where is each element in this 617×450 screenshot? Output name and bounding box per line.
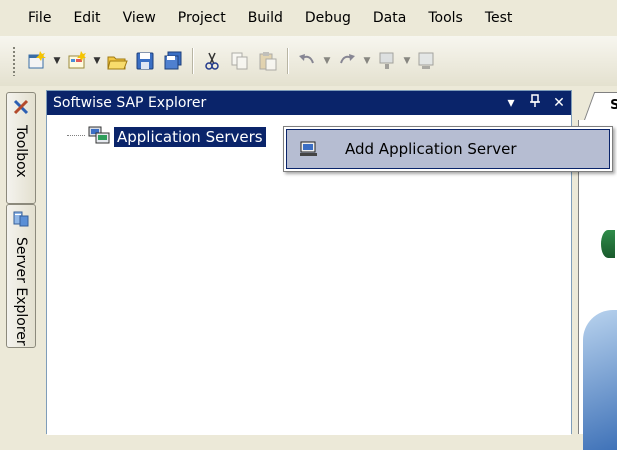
- menu-view[interactable]: View: [112, 0, 167, 36]
- server-explorer-tab[interactable]: Server Explorer: [6, 204, 36, 348]
- tree-node-application-servers[interactable]: Application Servers: [87, 125, 266, 149]
- panel-title: Softwise SAP Explorer: [53, 95, 207, 111]
- document-graphic: [583, 310, 617, 450]
- toolbox-icon: [11, 97, 31, 121]
- add-item-icon[interactable]: [63, 46, 91, 76]
- add-item-dropdown-icon[interactable]: ▼: [91, 46, 103, 76]
- document-graphic: [601, 230, 615, 258]
- menu-data[interactable]: Data: [362, 0, 417, 36]
- close-icon[interactable]: ✕: [547, 95, 571, 111]
- open-file-icon[interactable]: [103, 46, 131, 76]
- undo-dropdown-icon[interactable]: ▼: [321, 46, 333, 76]
- menu-file[interactable]: File: [20, 0, 62, 36]
- toolbox-tab-label: Toolbox: [13, 125, 29, 178]
- navigate-dropdown-icon[interactable]: ▼: [401, 46, 413, 76]
- paste-icon[interactable]: [254, 46, 282, 76]
- menu-test[interactable]: Test: [474, 0, 524, 36]
- add-server-icon: [287, 140, 331, 158]
- toolbox-tab[interactable]: Toolbox: [6, 92, 36, 204]
- document-tab[interactable]: S: [584, 92, 617, 120]
- new-project-dropdown-icon[interactable]: ▼: [51, 46, 63, 76]
- side-tab-strip: Toolbox Server Explorer: [0, 86, 40, 434]
- redo-icon[interactable]: [333, 46, 361, 76]
- tree-connector-line: [67, 135, 85, 136]
- standard-toolbar: ▼ ▼ ▼ ▼ ▼: [0, 36, 617, 86]
- start-debugging-icon[interactable]: [413, 46, 441, 76]
- menu-tools[interactable]: Tools: [417, 0, 474, 36]
- copy-icon[interactable]: [226, 46, 254, 76]
- toolbar-separator: [287, 48, 288, 74]
- cut-icon[interactable]: [198, 46, 226, 76]
- save-all-icon[interactable]: [159, 46, 187, 76]
- panel-title-bar: Softwise SAP Explorer ▾ ✕: [47, 91, 571, 115]
- toolbar-grip[interactable]: [12, 46, 17, 76]
- undo-icon[interactable]: [293, 46, 321, 76]
- redo-dropdown-icon[interactable]: ▼: [361, 46, 373, 76]
- application-servers-icon: [87, 125, 111, 149]
- server-explorer-tab-label: Server Explorer: [13, 237, 29, 346]
- menu-bar: File Edit View Project Build Debug Data …: [0, 0, 617, 36]
- menu-edit[interactable]: Edit: [62, 0, 111, 36]
- window-position-dropdown-icon[interactable]: ▾: [499, 95, 523, 111]
- document-tab-label: S: [610, 98, 617, 113]
- auto-hide-pin-icon[interactable]: [523, 94, 547, 112]
- save-icon[interactable]: [131, 46, 159, 76]
- context-menu-item-add-application-server[interactable]: Add Application Server: [286, 129, 610, 169]
- menu-project[interactable]: Project: [167, 0, 237, 36]
- navigate-backward-icon[interactable]: [373, 46, 401, 76]
- new-project-icon[interactable]: [23, 46, 51, 76]
- menu-build[interactable]: Build: [237, 0, 294, 36]
- context-menu-item-label: Add Application Server: [345, 140, 517, 158]
- toolbar-separator: [192, 48, 193, 74]
- menu-debug[interactable]: Debug: [294, 0, 362, 36]
- context-menu: Add Application Server: [283, 126, 613, 172]
- server-explorer-icon: [11, 209, 31, 233]
- tree-node-label[interactable]: Application Servers: [114, 127, 266, 147]
